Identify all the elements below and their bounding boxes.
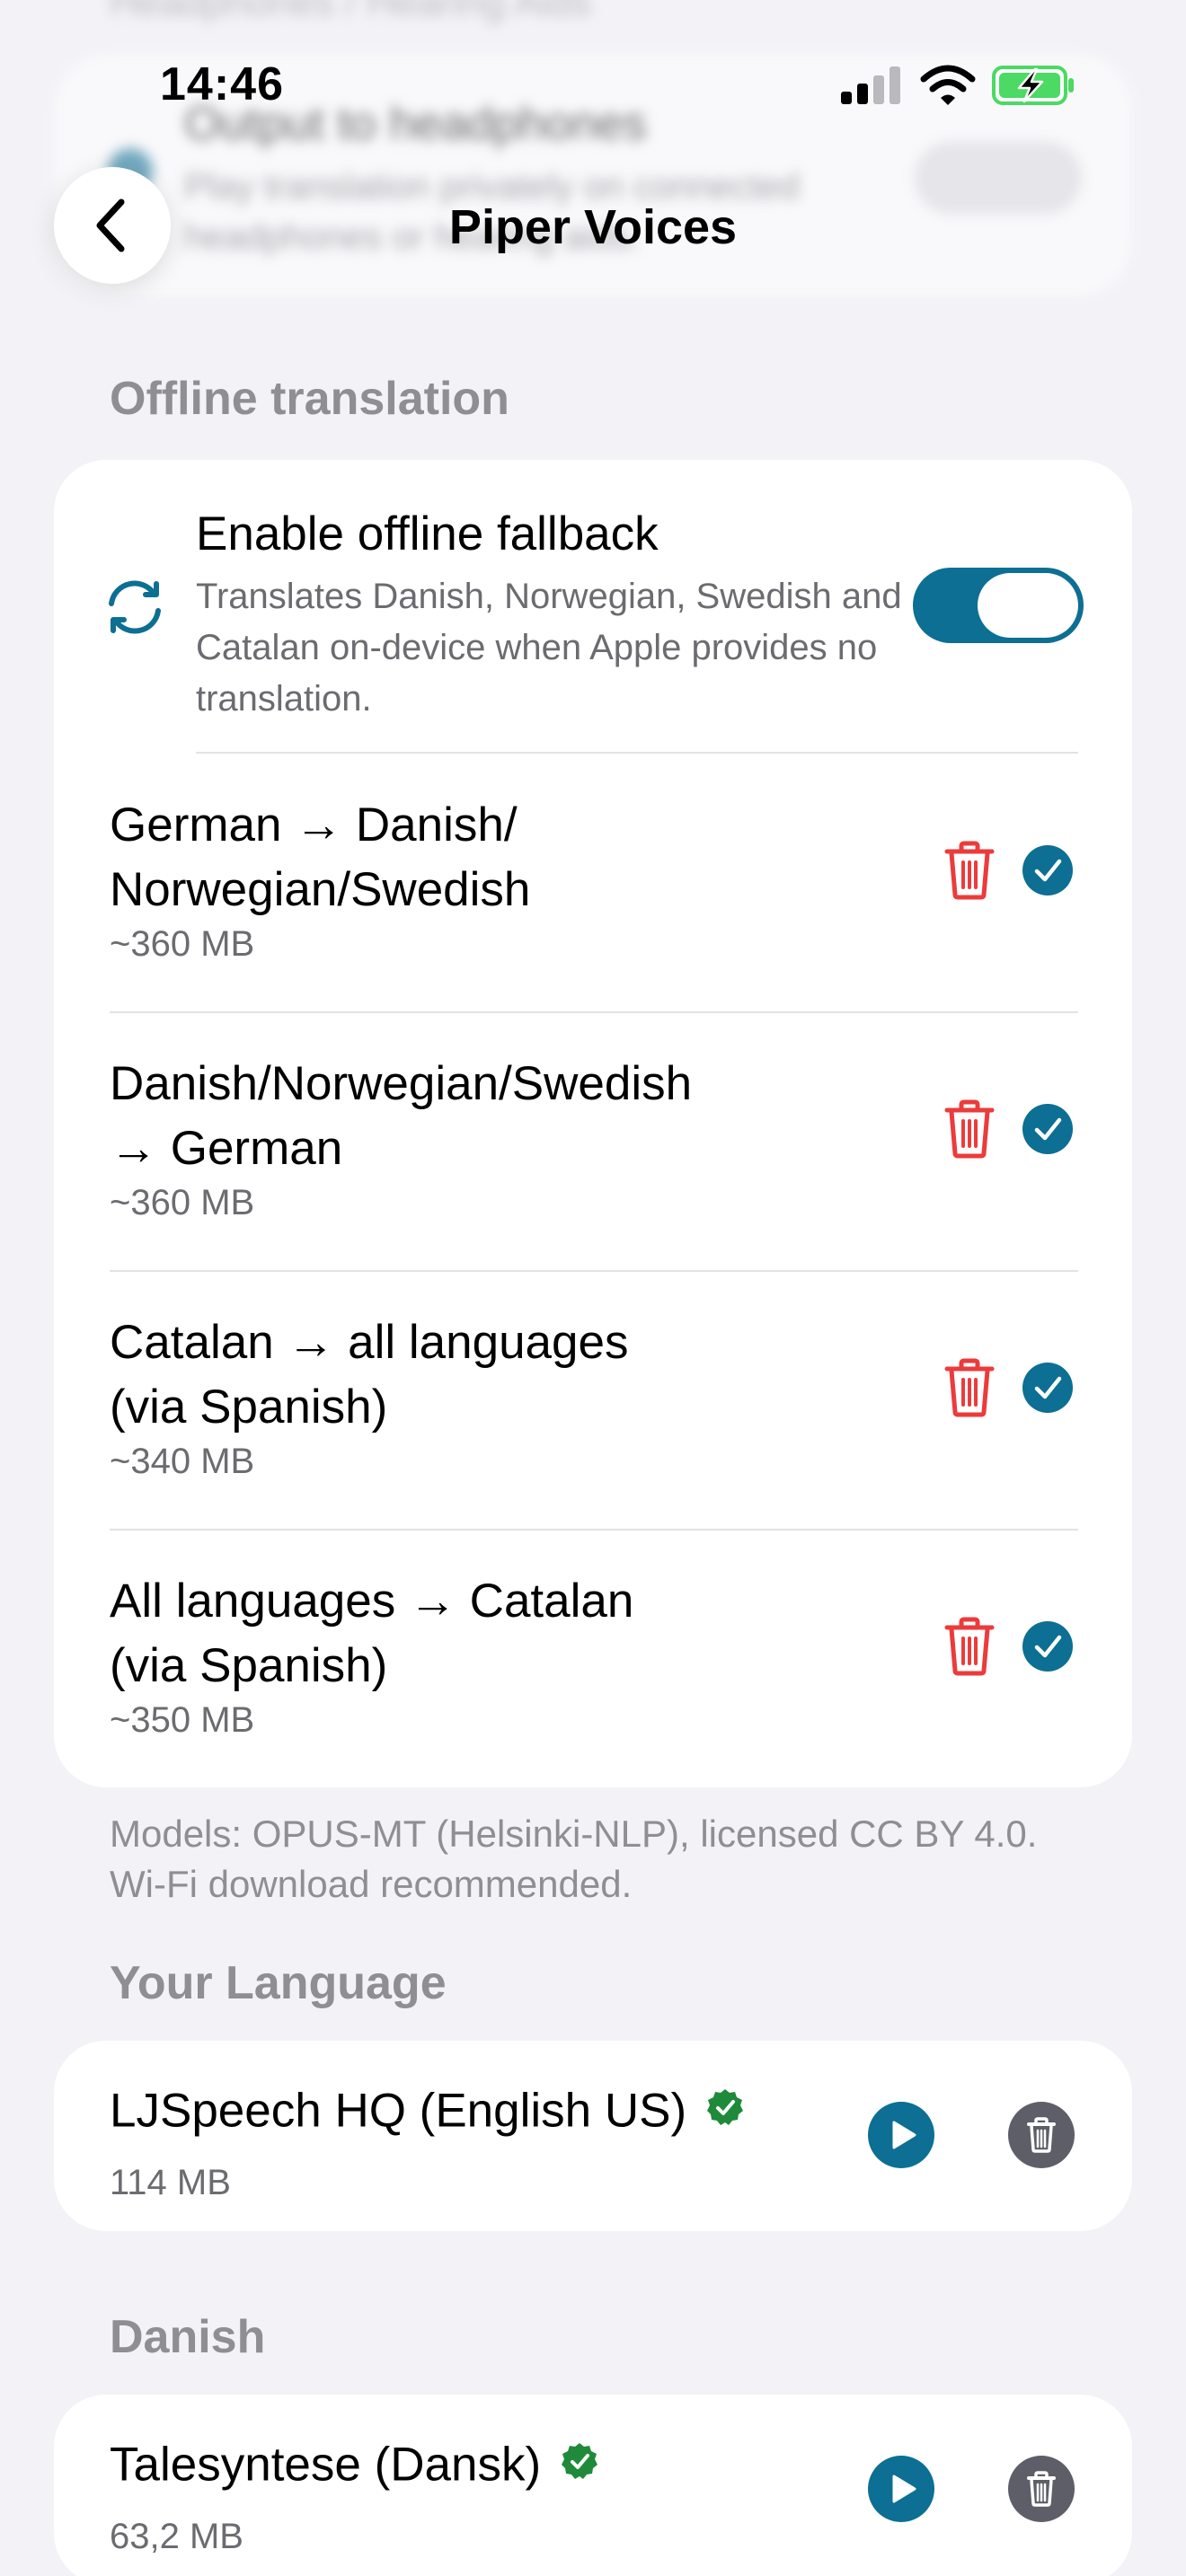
checkmark-circle-icon [1022, 845, 1073, 895]
voice-card-english: LJSpeech HQ (English US) 114 MB [54, 2041, 1132, 2231]
section-header-your-language: Your Language [110, 1957, 447, 2009]
trash-icon[interactable] [943, 841, 996, 900]
model-title-line: (via Spanish) [110, 1639, 388, 1692]
models-license-footnote: Models: OPUS-MT (Helsinki-NLP), licensed… [110, 1813, 1038, 1905]
model-size: ~360 MB [110, 1183, 255, 1222]
model-size: ~360 MB [110, 924, 255, 964]
model-title: German → Danish/ Norwegian/Swedish [110, 793, 918, 922]
piper-voices-screen: Headphones / Hearing Aids Output to head… [0, 0, 1186, 2576]
verified-check-icon [707, 2089, 744, 2125]
trash-icon[interactable] [1008, 2102, 1075, 2168]
model-title: Catalan → all languages (via Spanish) [110, 1310, 918, 1440]
voice-size: 114 MB [110, 2163, 231, 2202]
model-title: Danish/Norwegian/Swedish → German [110, 1052, 918, 1181]
model-row[interactable]: All languages → Catalan (via Spanish) ~3… [54, 1530, 1132, 1787]
model-row[interactable]: Catalan → all languages (via Spanish) ~3… [54, 1271, 1132, 1530]
voice-name: Talesyntese (Dansk) [110, 2434, 598, 2492]
voice-size: 63,2 MB [110, 2517, 243, 2556]
model-row[interactable]: Danish/Norwegian/Swedish → German ~360 M… [54, 1012, 1132, 1271]
model-size: ~340 MB [110, 1442, 255, 1481]
status-bar: 14:46 [0, 0, 1186, 171]
verified-check-icon [562, 2443, 598, 2479]
model-row[interactable]: German → Danish/ Norwegian/Swedish ~360 … [54, 754, 1132, 1012]
model-title-line: All languages → Catalan [110, 1575, 634, 1628]
trash-icon[interactable] [943, 1617, 996, 1676]
checkmark-circle-icon [1022, 1363, 1073, 1413]
status-time: 14:46 [160, 58, 284, 110]
model-title-line: → German [110, 1122, 343, 1175]
offline-fallback-toggle[interactable] [913, 568, 1084, 643]
offline-translation-card: Enable offline fallback Translates Danis… [54, 460, 1132, 1787]
checkmark-circle-icon [1022, 1621, 1073, 1672]
section-header-offline: Offline translation [110, 373, 509, 425]
checkmark-circle-icon [1022, 1104, 1073, 1154]
fallback-title: Enable offline fallback [196, 507, 659, 560]
wifi-icon [920, 65, 976, 105]
trash-icon[interactable] [1008, 2456, 1075, 2522]
model-title-line: Norwegian/Swedish [110, 863, 531, 916]
toggle-knob [978, 573, 1078, 638]
voice-name-text: Talesyntese (Dansk) [110, 2438, 542, 2492]
voice-name-text: LJSpeech HQ (English US) [110, 2084, 687, 2138]
model-title-line: (via Spanish) [110, 1381, 388, 1434]
trash-icon[interactable] [943, 1099, 996, 1159]
model-title-line: German → Danish/ [110, 798, 518, 851]
play-circle-icon[interactable] [868, 2102, 934, 2168]
model-title-line: Danish/Norwegian/Swedish [110, 1057, 693, 1110]
battery-charging-icon [992, 66, 1074, 105]
sync-arrows-icon [109, 580, 161, 634]
voice-card-danish: Talesyntese (Dansk) 63,2 MB [54, 2395, 1132, 2576]
model-size: ~350 MB [110, 1700, 255, 1740]
play-circle-icon[interactable] [868, 2456, 934, 2522]
model-title: All languages → Catalan (via Spanish) [110, 1569, 918, 1698]
trash-icon[interactable] [943, 1358, 996, 1417]
model-title-line: Catalan → all languages [110, 1316, 629, 1369]
cellular-signal-icon [841, 66, 900, 104]
fallback-description: Translates Danish, Norwegian, Swedish an… [196, 577, 902, 719]
voice-name: LJSpeech HQ (English US) [110, 2080, 744, 2139]
section-header-danish: Danish [110, 2311, 266, 2363]
page-title: Piper Voices [448, 200, 738, 254]
